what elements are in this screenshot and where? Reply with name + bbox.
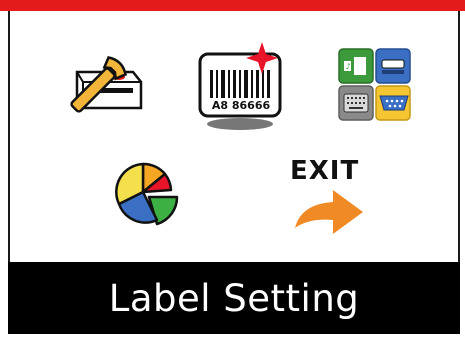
statistics-menu-button[interactable]: [113, 160, 181, 228]
barcode-number: A8 86666: [212, 99, 271, 112]
label-setting-button[interactable]: A8 86666: [196, 40, 286, 132]
printer-menu-screen: A8 86666 ♪ EXIT Label Setting: [0, 0, 465, 339]
exit-arrow-icon: [295, 190, 363, 234]
setup-menu-button[interactable]: [63, 50, 145, 122]
interface-ports-icon: ♪: [338, 48, 411, 121]
bottom-strip: [8, 334, 460, 339]
current-menu-title: Label Setting: [108, 276, 360, 320]
pie-chart-icon: [115, 162, 179, 226]
interface-menu-button[interactable]: ♪: [338, 48, 412, 122]
exit-label: EXIT: [290, 156, 360, 186]
svg-text:♪: ♪: [345, 62, 350, 71]
wrench-printer-icon: [70, 56, 143, 113]
status-bar: Label Setting: [8, 262, 460, 334]
top-accent-bar: [0, 0, 465, 11]
barcode-label-icon: A8 86666: [198, 42, 282, 130]
